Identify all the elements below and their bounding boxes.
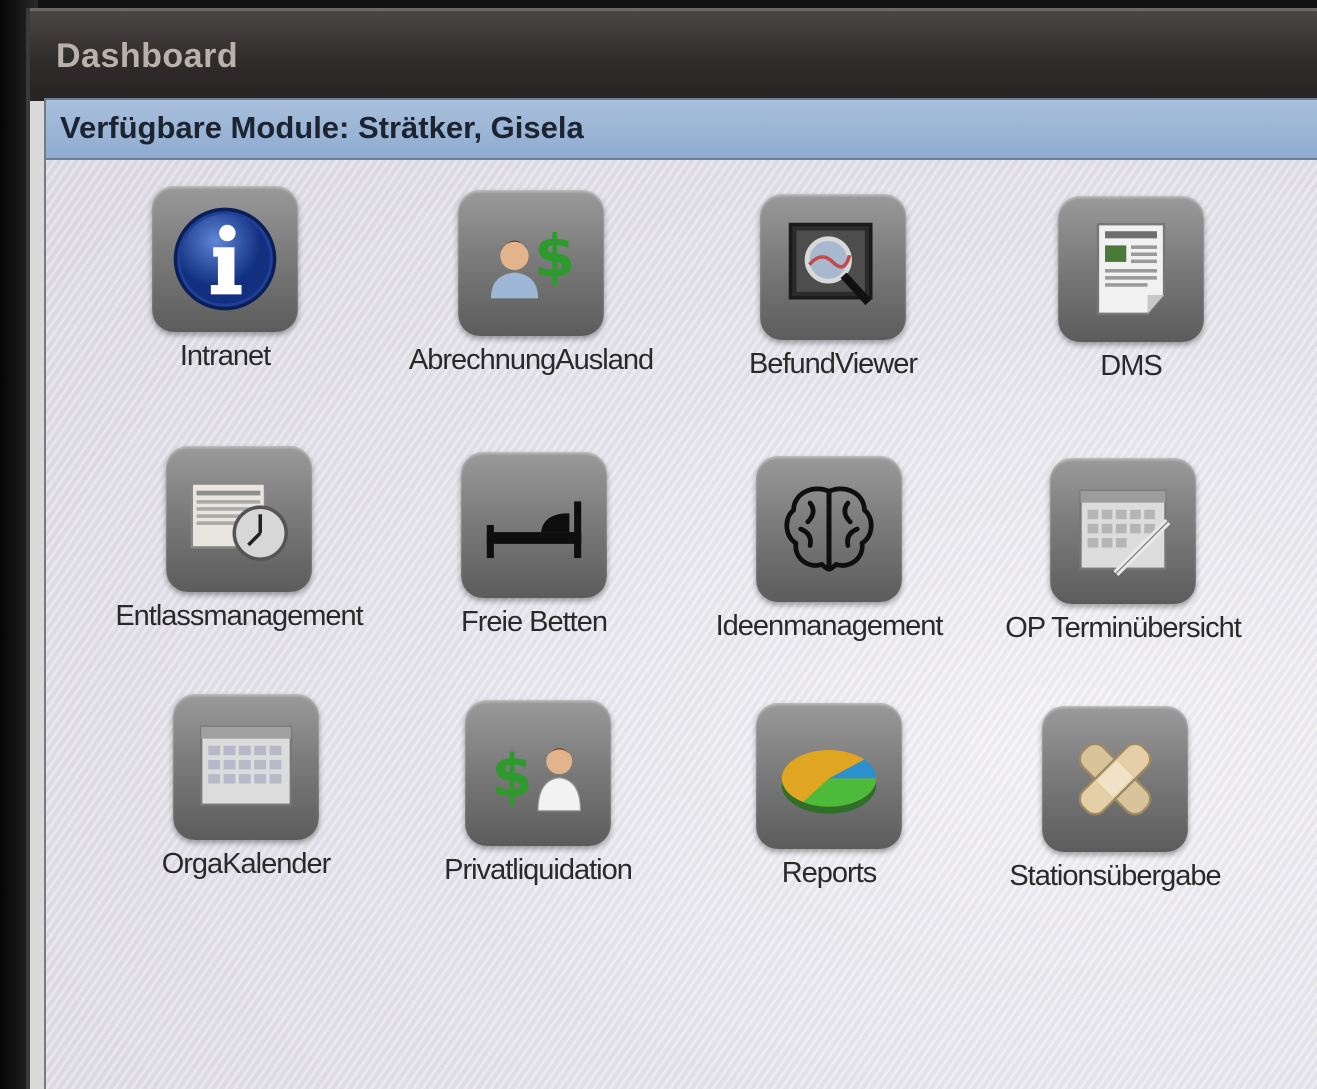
module-tile-intranet[interactable]: Intranet — [95, 186, 355, 373]
module-button-reports[interactable] — [756, 703, 902, 849]
section-header: Verfügbare Module: Strätker, Gisela — [46, 98, 1317, 160]
svg-text:$: $ — [492, 742, 533, 811]
module-panel: Verfügbare Module: Strätker, Gisela Intr… — [44, 98, 1317, 1089]
module-label: Entlassmanagement — [115, 600, 363, 632]
module-label: OP Terminübersicht — [1005, 612, 1242, 644]
module-label: OrgaKalender — [161, 848, 332, 880]
dashboard-window: Dashboard Verfügbare Module: Strätker, G… — [26, 8, 1317, 1089]
module-label: Freie Betten — [461, 606, 608, 638]
calendar-pen-icon — [1079, 489, 1171, 576]
module-button-stationsuebergabe[interactable] — [1042, 706, 1188, 852]
module-button-privatliquidation[interactable]: $ — [465, 700, 611, 846]
module-label: BefundViewer — [748, 348, 918, 380]
bed-icon — [486, 501, 582, 559]
pie-chart-icon — [781, 750, 877, 814]
calendar-icon — [199, 725, 293, 806]
module-button-dms[interactable] — [1058, 196, 1204, 342]
module-tile-privatliquidation[interactable]: $ Privatliquidation — [408, 700, 668, 887]
module-tile-freie-betten[interactable]: Freie Betten — [404, 452, 664, 639]
module-tile-befundviewer[interactable]: BefundViewer — [703, 194, 963, 381]
module-button-entlassmanagement[interactable] — [166, 446, 312, 592]
module-tile-abrechnungausland[interactable]: $ AbrechnungAusland — [401, 190, 661, 377]
brain-icon — [784, 486, 874, 572]
module-tile-stationsuebergabe[interactable]: Stationsübergabe — [985, 706, 1245, 893]
svg-text:$: $ — [534, 222, 575, 291]
module-label: Ideenmanagement — [715, 610, 944, 642]
module-button-orgakalender[interactable] — [173, 694, 319, 840]
dollar-doctor-icon: $ — [492, 742, 582, 812]
module-label: DMS — [1100, 350, 1162, 382]
module-button-op-terminuebersicht[interactable] — [1050, 458, 1196, 604]
module-label: Intranet — [179, 340, 271, 372]
section-header-text: Verfügbare Module: Strätker, Gisela — [60, 110, 584, 145]
module-button-intranet[interactable] — [152, 186, 298, 332]
window-title: Dashboard — [56, 37, 239, 75]
module-tile-orgakalender[interactable]: OrgaKalender — [116, 694, 376, 881]
module-button-befundviewer[interactable] — [760, 194, 906, 340]
document-icon — [1096, 222, 1166, 316]
module-tile-dms[interactable]: DMS — [1001, 196, 1261, 383]
info-icon — [173, 207, 277, 311]
module-button-abrechnungausland[interactable]: $ — [458, 190, 604, 336]
module-label: AbrechnungAusland — [408, 344, 654, 376]
bandage-icon — [1078, 742, 1152, 816]
module-tile-op-terminuebersicht[interactable]: OP Terminübersicht — [993, 458, 1253, 645]
module-button-freie-betten[interactable] — [461, 452, 607, 598]
module-label: Stationsübergabe — [1009, 860, 1221, 892]
person-dollar-icon: $ — [490, 222, 575, 299]
module-tile-entlassmanagement[interactable]: Entlassmanagement — [109, 446, 369, 633]
module-label: Privatliquidation — [444, 854, 633, 886]
module-label: Reports — [781, 857, 878, 889]
module-tile-ideenmanagement[interactable]: Ideenmanagement — [699, 456, 959, 643]
module-tile-reports[interactable]: Reports — [699, 703, 959, 890]
magnifier-scan-icon — [788, 222, 873, 306]
document-clock-icon — [190, 482, 288, 561]
module-button-ideenmanagement[interactable] — [756, 456, 902, 602]
title-bar: Dashboard — [30, 8, 1317, 101]
